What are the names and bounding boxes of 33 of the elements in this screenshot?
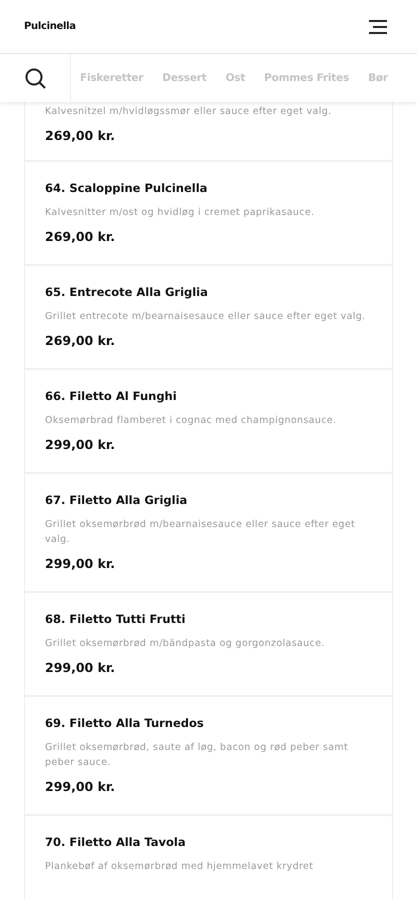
dish-price: 299,00 kr. xyxy=(45,778,116,796)
dish-price: 269,00 kr. xyxy=(45,228,116,246)
dish-description: Grillet oksemørbrød m/bearnaisesauce eller sauce efter eget valg. xyxy=(45,518,356,547)
dish-price: 299,00 kr. xyxy=(45,659,116,677)
dish-name: 64. Scaloppine Pulcinella xyxy=(45,180,208,197)
menu-item-card[interactable]: 69. Filetto Alla Turnedos Grillet oksemørbrød, saute af løg, bacon og rød peber samt peber sauce. 299,00 kr. xyxy=(25,697,392,816)
dish-price: 269,00 kr. xyxy=(45,332,116,350)
restaurant-name: Pulcinella xyxy=(24,21,76,32)
dish-name: 70. Filetto Alla Tavola xyxy=(45,834,187,851)
dish-price: 269,00 kr. xyxy=(45,127,116,145)
dish-description: Grillet oksemørbrød m/bändpasta og gorgonzolasauce. xyxy=(45,637,326,651)
menu-item-card[interactable]: 70. Filetto Alla Tavola Plankebøf af oksemørbrød med hjemmelavet krydret xyxy=(25,816,392,900)
dish-name: 66. Filetto Al Funghi xyxy=(45,388,178,405)
dish-description: Kalvesnitter m/ost og hvidløg i cremet paprikasauce. xyxy=(45,206,316,220)
dish-description: Grillet oksemørbrød, saute af løg, bacon og rød peber samt peber sauce. xyxy=(45,741,350,770)
dish-price: 299,00 kr. xyxy=(45,436,116,454)
menu-item-card[interactable]: 67. Filetto Alla Griglia Grillet oksemørbrød m/bearnaisesauce eller sauce efter eget valg. 299,00 kr. xyxy=(25,474,392,593)
dish-name: 67. Filetto Alla Griglia xyxy=(45,492,188,509)
menu-icon[interactable] xyxy=(369,20,387,34)
dish-name: 65. Entrecote Alla Griglia xyxy=(45,284,209,301)
dish-name: 69. Filetto Alla Turnedos xyxy=(45,715,205,732)
dish-description: Kalvesnitzel m/hvidløgssmør eller sauce efter eget valg. xyxy=(45,105,332,119)
search-icon[interactable] xyxy=(24,68,46,88)
menu-item-card[interactable]: 64. Scaloppine Pulcinella Kalvesnitter m/ost og hvidløg i cremet paprikasauce. 269,00 kr. xyxy=(25,162,392,266)
dish-name: 68. Filetto Tutti Frutti xyxy=(45,611,186,628)
menu-item-card[interactable]: 66. Filetto Al Funghi Oksemørbrad flamberet i cognac med champignonsauce. 299,00 kr. xyxy=(25,370,392,474)
dish-description: Plankebøf af oksemørbrød med hjemmelavet krydret xyxy=(45,860,314,874)
dish-description: Grillet entrecote m/bearnaisesauce eller sauce efter eget valg. xyxy=(45,310,367,324)
menu-item-card[interactable]: 65. Entrecote Alla Griglia Grillet entrecote m/bearnaisesauce eller sauce efter eget valg. 269,00 kr. xyxy=(25,266,392,370)
menu-item-card[interactable]: Kalvesnitzel m/hvidløgssmør eller sauce efter eget valg. 269,00 kr. xyxy=(25,102,392,162)
dish-price: 299,00 kr. xyxy=(45,555,116,573)
menu-item-card[interactable]: 68. Filetto Tutti Frutti Grillet oksemørbrød m/bändpasta og gorgonzolasauce. 299,00 kr. xyxy=(25,593,392,697)
dish-description: Oksemørbrad flamberet i cognac med champignonsauce. xyxy=(45,414,338,428)
